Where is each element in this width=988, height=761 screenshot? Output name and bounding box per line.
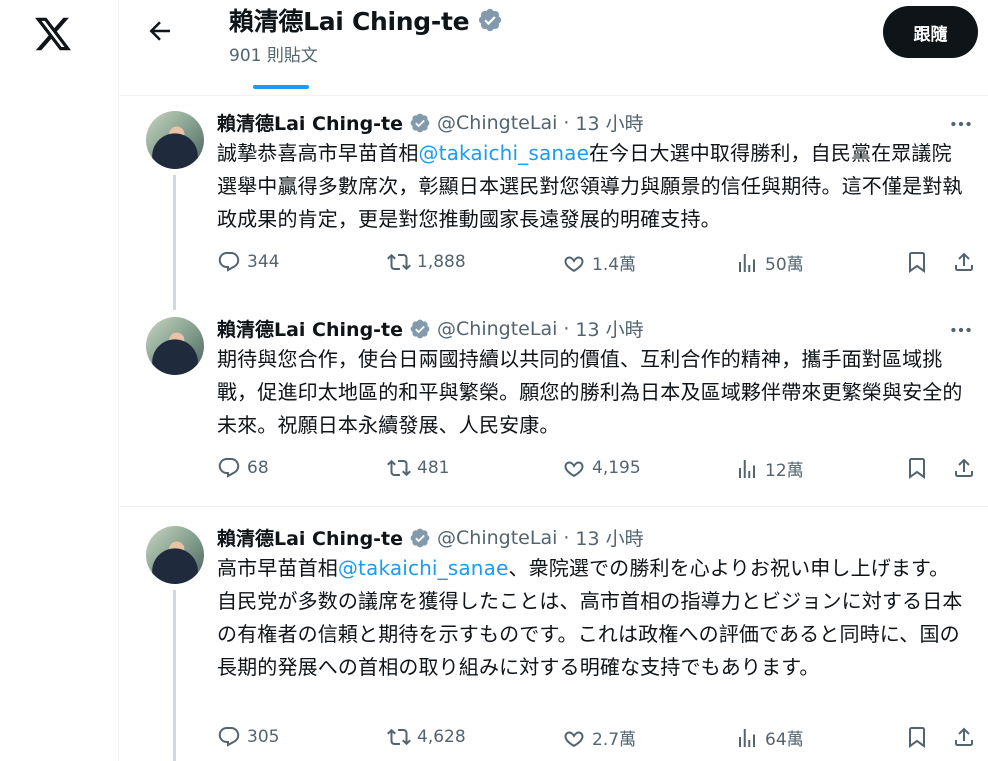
reply-count: 68	[247, 458, 269, 478]
x-logo-icon[interactable]	[33, 14, 73, 54]
retweet-button[interactable]: 1,888	[387, 250, 466, 274]
verified-icon	[479, 8, 502, 32]
reply-button[interactable]: 344	[217, 250, 279, 274]
retweet-count: 481	[417, 458, 450, 478]
verified-icon	[410, 319, 430, 338]
avatar[interactable]	[146, 111, 204, 169]
share-icon	[955, 458, 973, 477]
bookmark-button[interactable]	[905, 456, 929, 480]
post-count: 901 則貼文	[229, 46, 318, 66]
author-name[interactable]: 賴清德Lai Ching-te	[217, 524, 403, 551]
verified-icon	[410, 528, 430, 547]
like-count: 2.7萬	[592, 730, 637, 750]
author-handle[interactable]: @ChingteLai	[437, 318, 557, 340]
share-icon	[955, 252, 973, 271]
mention-link[interactable]: @takaichi_sanae	[338, 556, 509, 580]
tweet[interactable]: 賴清德Lai Ching-te @ChingteLai · 13 小時 高市早苗…	[119, 512, 988, 761]
reply-icon	[218, 252, 240, 272]
reply-button[interactable]: 305	[217, 725, 279, 749]
tweet-header: 賴清德Lai Ching-te @ChingteLai · 13 小時	[217, 315, 644, 342]
title-row: 賴清德Lai Ching-te	[229, 2, 503, 38]
tweet-actions: 344 1,888 1.4萬 50萬	[217, 250, 987, 282]
retweet-icon	[387, 728, 411, 746]
share-button[interactable]	[952, 456, 976, 480]
avatar[interactable]	[146, 317, 204, 375]
views-button[interactable]: 50萬	[735, 250, 804, 275]
tweet-actions: 68 481 4,195 12萬	[217, 456, 987, 488]
like-count: 1.4萬	[592, 255, 637, 275]
timestamp[interactable]: 13 小時	[575, 109, 643, 136]
views-count: 64萬	[765, 730, 804, 750]
separator-dot: ·	[563, 526, 570, 549]
retweet-icon	[387, 459, 411, 477]
reply-icon	[218, 727, 240, 747]
timestamp[interactable]: 13 小時	[575, 315, 643, 342]
views-icon	[739, 253, 755, 272]
page-title: 賴清德Lai Ching-te	[229, 7, 470, 36]
like-icon	[564, 255, 584, 272]
like-button[interactable]: 4,195	[562, 456, 641, 480]
views-count: 12萬	[765, 461, 804, 481]
reply-icon	[218, 458, 240, 478]
bookmark-icon	[909, 458, 925, 479]
reply-count: 344	[247, 252, 280, 272]
author-name[interactable]: 賴清德Lai Ching-te	[217, 315, 403, 342]
tweet-text-part: 期待與您合作，使台日兩國持續以共同的價值、互利合作的精神，攜手面對區域挑戰，促進…	[217, 347, 963, 437]
tweet-text-part: 誠摯恭喜高市早苗首相	[217, 141, 419, 165]
mention-link[interactable]: @takaichi_sanae	[419, 141, 590, 165]
reply-count: 305	[247, 727, 280, 747]
tweet-header: 賴清德Lai Ching-te @ChingteLai · 13 小時	[217, 109, 644, 136]
profile-header: 賴清德Lai Ching-te 901 則貼文 跟隨	[119, 0, 988, 96]
tweet-text: 誠摯恭喜高市早苗首相@takaichi_sanae在今日大選中取得勝利，自民黨在…	[217, 137, 969, 236]
views-icon	[739, 459, 755, 478]
tweet-text: 高市早苗首相@takaichi_sanae、衆院選での勝利を心よりお祝い申し上げ…	[217, 552, 969, 684]
like-button[interactable]: 2.7萬	[562, 725, 636, 750]
share-button[interactable]	[952, 725, 976, 749]
reply-button[interactable]: 68	[217, 456, 269, 480]
like-count: 4,195	[592, 458, 641, 478]
retweet-icon	[387, 253, 411, 271]
tweet-text: 期待與您合作，使台日兩國持續以共同的價值、互利合作的精神，攜手面對區域挑戰，促進…	[217, 343, 969, 442]
back-arrow-icon[interactable]	[145, 16, 175, 46]
separator-dot: ·	[563, 111, 570, 134]
share-icon	[955, 727, 973, 746]
like-button[interactable]: 1.4萬	[562, 250, 636, 275]
views-button[interactable]: 64萬	[735, 725, 804, 750]
tweet[interactable]: 賴清德Lai Ching-te @ChingteLai · 13 小時 誠摯恭喜…	[119, 97, 988, 307]
views-icon	[739, 728, 755, 747]
retweet-count: 4,628	[417, 727, 466, 747]
avatar[interactable]	[146, 526, 204, 584]
tweet[interactable]: 賴清德Lai Ching-te @ChingteLai · 13 小時 期待與您…	[119, 303, 988, 507]
author-name[interactable]: 賴清德Lai Ching-te	[217, 109, 403, 136]
follow-button[interactable]: 跟隨	[883, 6, 978, 58]
author-handle[interactable]: @ChingteLai	[437, 112, 557, 134]
views-button[interactable]: 12萬	[735, 456, 804, 481]
tweet-actions: 305 4,628 2.7萬 64萬	[217, 725, 987, 757]
timestamp[interactable]: 13 小時	[575, 524, 643, 551]
bookmark-button[interactable]	[905, 250, 929, 274]
bookmark-icon	[909, 252, 925, 273]
author-handle[interactable]: @ChingteLai	[437, 527, 557, 549]
share-button[interactable]	[952, 250, 976, 274]
retweet-button[interactable]: 4,628	[387, 725, 466, 749]
more-icon[interactable]	[948, 317, 974, 343]
views-count: 50萬	[765, 255, 804, 275]
separator-dot: ·	[563, 317, 570, 340]
left-nav-rail	[0, 0, 119, 761]
retweet-count: 1,888	[417, 252, 466, 272]
like-icon	[564, 461, 584, 477]
active-tab-indicator	[253, 85, 309, 89]
bookmark-button[interactable]	[905, 725, 929, 749]
like-icon	[564, 730, 584, 747]
tweet-text-part: 高市早苗首相	[217, 556, 338, 580]
tweet-header: 賴清德Lai Ching-te @ChingteLai · 13 小時	[217, 524, 644, 551]
retweet-button[interactable]: 481	[387, 456, 449, 480]
verified-icon	[410, 113, 430, 132]
bookmark-icon	[909, 727, 925, 748]
more-icon[interactable]	[948, 111, 974, 137]
